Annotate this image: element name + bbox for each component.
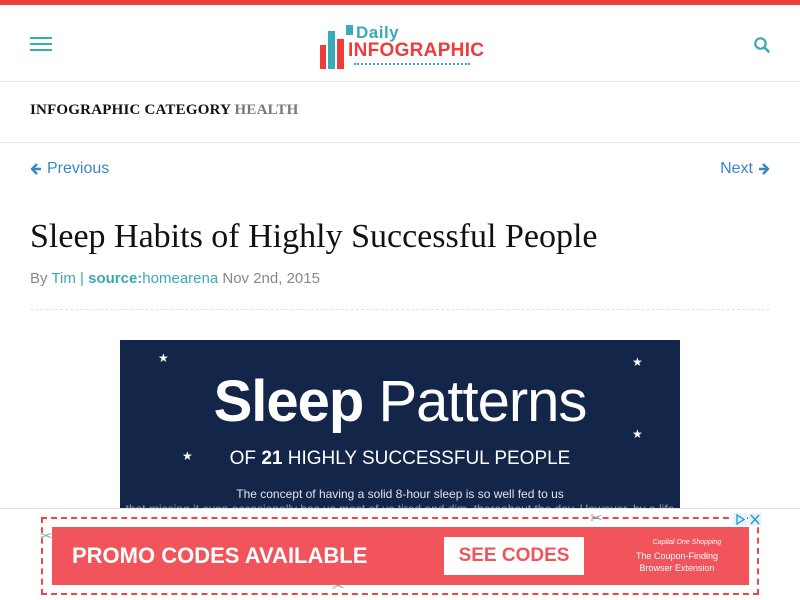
next-label: Next [720,160,753,177]
category-line: INFOGRAPHIC CATEGORY HEALTH [30,102,299,119]
logo-dotted-underline [354,63,470,65]
byline-divider [30,309,770,310]
infographic-subtitle: OF 21 HIGHLY SUCCESSFUL PEOPLE [120,448,680,470]
ad-banner: ✂ ✂ ✂ PROMO CODES AVAILABLE SEE CODES Ca… [0,508,800,600]
ad-tagline-2: Browser Extension [639,563,715,573]
infographic-body-line-1: The concept of having a solid 8-hour sle… [236,487,564,501]
article-byline: By Tim | source:homearena Nov 2nd, 2015 [30,270,320,287]
infographic-sub-suffix: HIGHLY SUCCESSFUL PEOPLE [287,448,571,469]
search-icon[interactable] [753,36,771,54]
hamburger-menu-icon[interactable] [30,37,52,51]
infographic-title: Sleep Patterns [120,368,680,435]
infographic-title-bold: Sleep [213,369,365,434]
category-health-link[interactable]: HEALTH [235,102,299,118]
scissors-icon: ✂ [40,528,53,545]
byline-by: By [30,270,48,287]
source-label: source: [88,270,143,287]
star-icon: ★ [158,351,169,365]
next-link[interactable]: Next [720,160,770,178]
ad-brand-logo: Capital One Shopping [652,539,722,546]
see-codes-button[interactable]: SEE CODES [444,537,584,575]
arrow-right-icon [759,163,770,175]
infographic-image[interactable]: ★ ★ ★ ★ Sleep Patterns OF 21 HIGHLY SUCC… [120,340,680,515]
previous-link[interactable]: Previous [30,160,109,178]
category-bar: INFOGRAPHIC CATEGORY HEALTH [0,83,800,143]
post-navigation: Previous Next [0,160,800,184]
ad-close-icon[interactable] [748,513,762,526]
infographic-sub-number: 21 [261,448,283,469]
star-icon: ★ [632,355,643,369]
logo-main-text: INFOGRAPHIC [348,40,485,61]
previous-label: Previous [47,160,110,177]
scissors-icon: ✂ [590,510,603,527]
ad-choices-icon[interactable] [733,513,747,526]
infographic-sub-prefix: OF [229,448,257,469]
ad-creative[interactable]: PROMO CODES AVAILABLE SEE CODES Capital … [52,527,749,585]
byline-separator: | [80,270,84,287]
source-link[interactable]: homearena [142,270,218,287]
arrow-left-icon [30,163,41,175]
site-header: Daily INFOGRAPHIC [0,5,800,82]
article-title: Sleep Habits of Highly Successful People [30,218,598,255]
post-date: Nov 2nd, 2015 [222,270,320,287]
author-link[interactable]: Tim [51,270,75,287]
ad-tagline-1: The Coupon-Finding [635,551,719,561]
infographic-title-light: Patterns [378,369,587,434]
category-prefix: INFOGRAPHIC CATEGORY [30,102,231,118]
ad-headline: PROMO CODES AVAILABLE [72,543,368,568]
site-logo[interactable]: Daily INFOGRAPHIC [318,23,485,69]
